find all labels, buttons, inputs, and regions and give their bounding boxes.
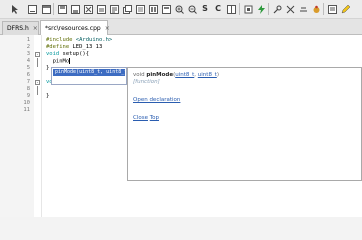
code-line: #include <Arduino.h> xyxy=(46,37,113,43)
minimize-icon[interactable] xyxy=(27,4,37,14)
line-number: 9 xyxy=(26,93,30,99)
copy-icon[interactable] xyxy=(122,4,132,14)
code-line: } xyxy=(46,93,50,99)
find-icon[interactable] xyxy=(161,4,171,14)
line-number: 1 xyxy=(26,37,30,43)
line-number: 8 xyxy=(26,86,30,92)
text-cursor xyxy=(69,58,71,64)
symbol-kind: [function] xyxy=(133,79,160,85)
code-line: } xyxy=(46,65,50,71)
line-number: 10 xyxy=(23,100,30,106)
tab-dfrs-h[interactable]: DFRS.h × xyxy=(2,21,39,35)
tab-resources-cpp[interactable]: *src\resources.cpp × xyxy=(40,20,110,35)
book-icon[interactable] xyxy=(226,4,236,14)
pointer-icon[interactable] xyxy=(10,4,20,14)
line-number-gutter: 1 2 3 4 5 6 7 8 9 10 11 xyxy=(0,35,34,217)
undo-icon[interactable] xyxy=(135,4,145,14)
param-type-link[interactable]: uint8_t xyxy=(198,72,217,78)
line-number: 4 xyxy=(26,58,30,64)
autocomplete-doc-popup: void pinMode(uint8_t, uint8_t) [function… xyxy=(127,67,362,181)
fold-toggle-icon[interactable]: - xyxy=(35,80,40,85)
tab-label: *src\resources.cpp xyxy=(45,24,101,32)
compile-icon[interactable]: C xyxy=(213,4,223,14)
pen-icon[interactable] xyxy=(340,4,350,14)
close-tab-icon[interactable] xyxy=(83,4,93,14)
tab-label: DFRS.h xyxy=(7,25,29,32)
panel-icon[interactable] xyxy=(41,4,51,14)
line-number: 3 xyxy=(26,51,30,57)
code-line: pinMo xyxy=(46,58,71,65)
tab-bar: DFRS.h × *src\resources.cpp × xyxy=(0,19,362,35)
toolbar: S C xyxy=(0,0,362,19)
close-icon[interactable]: × xyxy=(33,25,38,32)
flash-icon[interactable] xyxy=(256,4,266,14)
line-number: 6 xyxy=(26,72,30,78)
autocomplete-list: pinMode(uint8_t, uint8_t) xyxy=(51,67,127,85)
settings-icon[interactable] xyxy=(327,4,337,14)
close-link[interactable]: Close xyxy=(133,115,148,121)
code-line: #define LED_13 13 xyxy=(46,44,103,50)
line-number: 2 xyxy=(26,44,30,50)
serial-icon[interactable] xyxy=(298,4,308,14)
cut-icon[interactable] xyxy=(109,4,119,14)
disconnect-icon[interactable] xyxy=(285,4,295,14)
symbol-icon[interactable]: S xyxy=(200,4,210,14)
bug-icon[interactable] xyxy=(311,4,321,14)
save-all-icon[interactable] xyxy=(70,4,80,14)
fold-toggle-icon[interactable]: - xyxy=(35,52,40,57)
wrench-icon[interactable] xyxy=(272,4,282,14)
close-icon[interactable]: × xyxy=(105,25,110,32)
line-number: 11 xyxy=(23,107,30,113)
param-type-link[interactable]: uint8_t xyxy=(175,72,194,78)
open-icon[interactable] xyxy=(96,4,106,14)
line-number: 5 xyxy=(26,65,30,71)
line-number: 7 xyxy=(26,79,30,85)
upload-icon[interactable] xyxy=(243,4,253,14)
zoom-in-icon[interactable] xyxy=(174,4,184,14)
code-line: void setup(){ xyxy=(46,51,90,57)
open-declaration-link[interactable]: Open declaration xyxy=(133,97,180,103)
zoom-out-icon[interactable] xyxy=(187,4,197,14)
top-link[interactable]: Top xyxy=(150,115,159,121)
paste-icon[interactable] xyxy=(148,4,158,14)
autocomplete-item[interactable]: pinMode(uint8_t, uint8_t) xyxy=(53,69,125,76)
function-signature: void pinMode(uint8_t, uint8_t) xyxy=(133,72,219,78)
save-icon[interactable] xyxy=(57,4,67,14)
